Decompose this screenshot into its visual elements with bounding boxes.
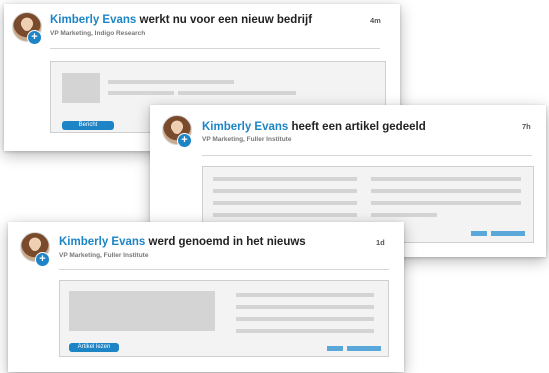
card-action: werd genoemd in het nieuws <box>148 236 306 248</box>
action-link[interactable] <box>471 231 487 236</box>
card-title: Kimberly Evans heeft een artikel gedeeld <box>202 121 426 133</box>
card-subtitle: VP Marketing, Indigo Research <box>50 30 146 37</box>
card-time: 7h <box>522 122 531 131</box>
message-button[interactable]: Bericht <box>62 121 114 130</box>
person-name-link[interactable]: Kimberly Evans <box>202 121 288 133</box>
text-placeholder <box>371 201 521 205</box>
card-subtitle: VP Marketing, Fuller Institute <box>59 252 149 259</box>
text-placeholder <box>213 213 357 217</box>
image-placeholder <box>69 291 215 331</box>
text-placeholder <box>371 189 521 193</box>
read-article-button[interactable]: Artikel lezen <box>69 343 119 352</box>
card-title: Kimberly Evans werd genoemd in het nieuw… <box>59 236 306 248</box>
divider <box>59 269 389 270</box>
text-placeholder <box>236 293 374 297</box>
card-time: 4m <box>370 16 381 25</box>
person-name-link[interactable]: Kimberly Evans <box>50 14 136 26</box>
action-link[interactable] <box>327 346 343 351</box>
card-action: werkt nu voor een nieuw bedrijf <box>139 14 313 26</box>
action-link[interactable] <box>491 231 525 236</box>
divider <box>202 155 532 156</box>
text-placeholder <box>213 201 357 205</box>
text-placeholder <box>213 177 357 181</box>
text-placeholder <box>236 305 374 309</box>
text-placeholder <box>371 213 437 217</box>
person-name-link[interactable]: Kimberly Evans <box>59 236 145 248</box>
plus-icon[interactable]: + <box>27 30 42 45</box>
plus-icon[interactable]: + <box>35 252 50 267</box>
feed-card-in-the-news[interactable]: + Kimberly Evans werd genoemd in het nie… <box>8 222 404 372</box>
text-placeholder <box>108 80 234 84</box>
text-placeholder <box>236 317 374 321</box>
card-subtitle: VP Marketing, Fuller Institute <box>202 136 292 143</box>
text-placeholder <box>236 329 374 333</box>
divider <box>50 48 380 49</box>
plus-icon[interactable]: + <box>177 133 192 148</box>
card-title: Kimberly Evans werkt nu voor een nieuw b… <box>50 14 312 26</box>
text-placeholder <box>178 91 296 95</box>
image-placeholder <box>62 73 100 103</box>
text-placeholder <box>213 189 357 193</box>
card-action: heeft een artikel gedeeld <box>291 121 426 133</box>
card-time: 1d <box>376 238 385 247</box>
action-link[interactable] <box>347 346 381 351</box>
text-placeholder <box>371 177 521 181</box>
text-placeholder <box>108 91 174 95</box>
